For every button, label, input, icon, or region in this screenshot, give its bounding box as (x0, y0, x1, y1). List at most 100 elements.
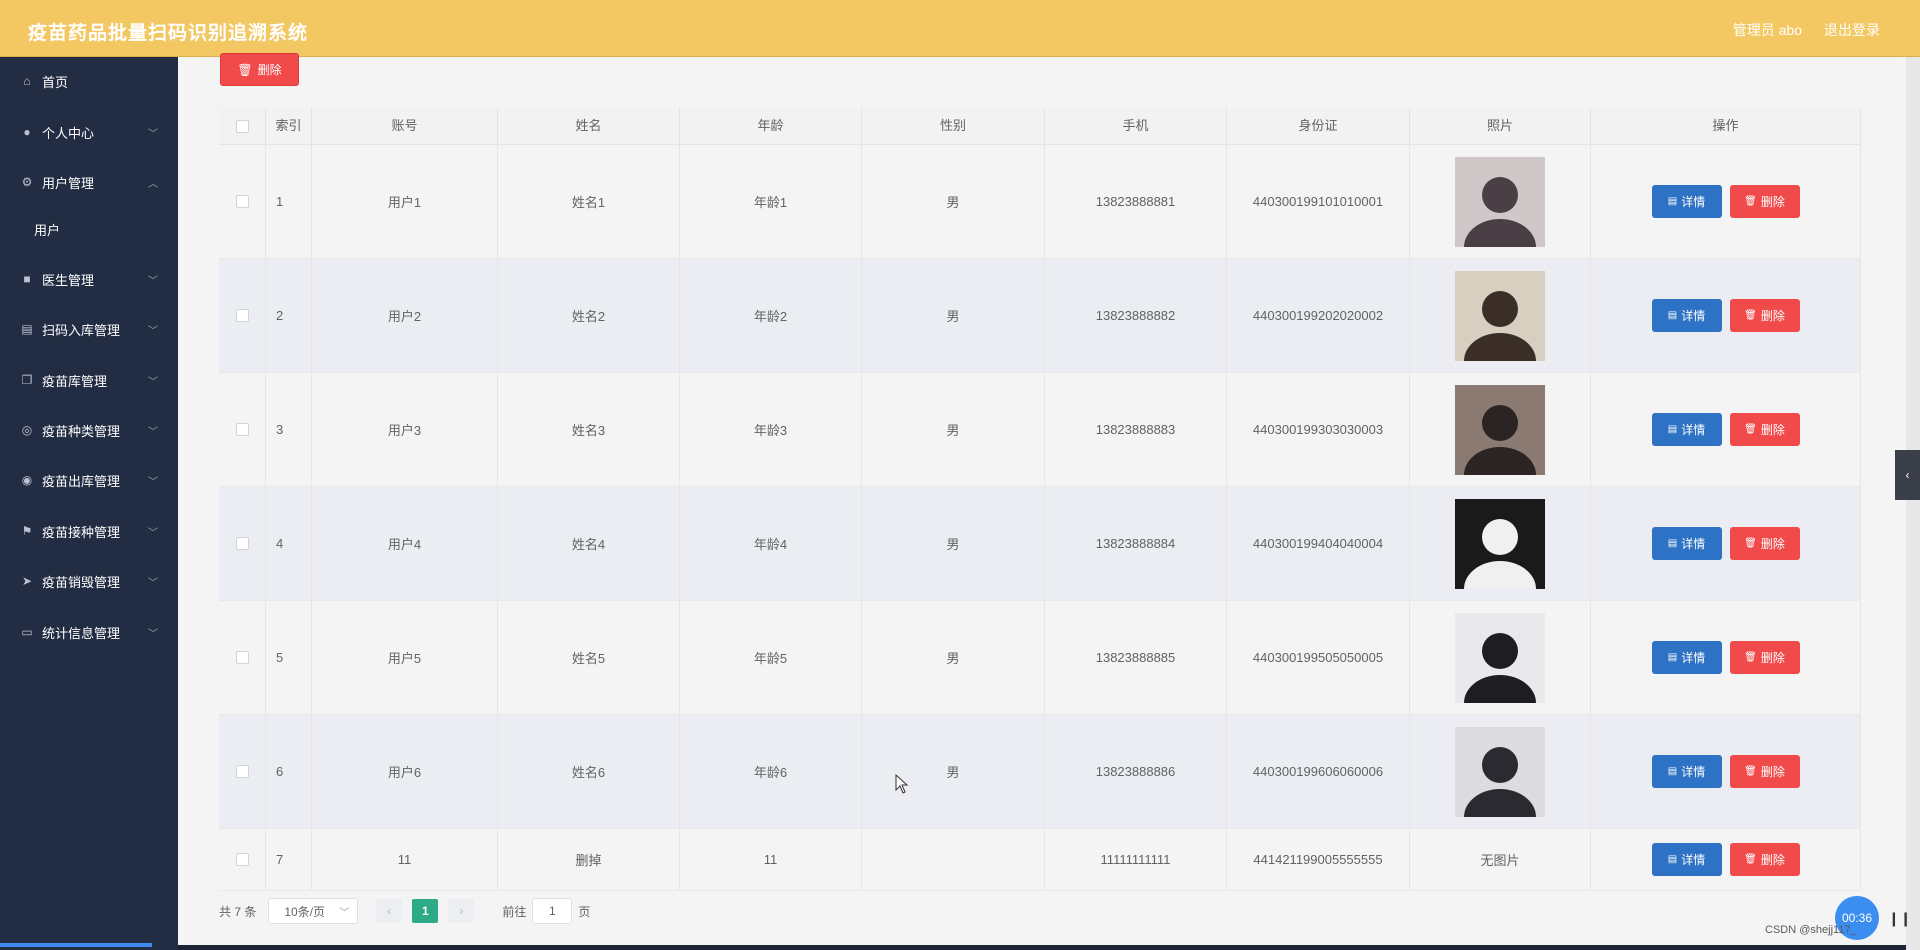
row-checkbox[interactable] (235, 195, 249, 208)
detail-button[interactable]: ▤ 详情 (1651, 527, 1722, 560)
cell-name: 姓名5 (498, 601, 680, 714)
send-icon: ➤ (21, 574, 33, 588)
detail-label: 详情 (1681, 309, 1706, 323)
table-row: 7 11 删掉 11 11111111111 441421199005555555 无图片 ▤… (219, 829, 1861, 891)
delete-label: 删除 (1760, 651, 1785, 665)
cell-index: 4 (266, 487, 312, 600)
cell-photo (1410, 487, 1591, 600)
sidebar-item-label: 疫苗销毁管理 (42, 574, 121, 590)
sidebar-item-label: 用户管理 (42, 175, 95, 191)
delete-label: 删除 (1760, 765, 1785, 779)
delete-button[interactable]: 🗑 删除 (1729, 299, 1800, 332)
delete-label: 删除 (1760, 853, 1785, 867)
detail-button[interactable]: ▤ 详情 (1651, 641, 1722, 674)
cell-name: 姓名6 (498, 715, 680, 828)
chevron-down-icon: ﹀ (148, 477, 158, 488)
sidebar-item-vaccination[interactable]: ⚑ 疫苗接种管理 ﹀ (0, 511, 178, 551)
cell-gender (862, 829, 1045, 890)
logout-link[interactable]: 退出登录 (1824, 20, 1880, 40)
detail-label: 详情 (1681, 853, 1706, 867)
delete-button[interactable]: 🗑 删除 (1729, 185, 1800, 218)
sidebar-item-doctor[interactable]: ■ 医生管理 ﹀ (0, 259, 178, 299)
prev-page-button[interactable]: ‹ (376, 899, 403, 923)
delete-button[interactable]: 🗑 删除 (1729, 755, 1800, 788)
cell-id-card: 440300199505050005 (1227, 601, 1410, 714)
cell-actions: ▤ 详情 🗑 删除 (1591, 715, 1861, 828)
cell-name: 姓名2 (498, 259, 680, 372)
row-checkbox[interactable] (235, 651, 249, 664)
cell-gender: 男 (862, 145, 1045, 258)
briefcase-icon: ■ (23, 272, 31, 286)
sidebar-item-home[interactable]: ⌂ 首页 (0, 61, 178, 101)
chevron-down-icon: ﹀ (148, 427, 158, 438)
detail-button[interactable]: ▤ 详情 (1651, 843, 1722, 876)
row-select-cell (219, 829, 266, 890)
row-checkbox[interactable] (235, 309, 249, 322)
sidebar-subitem-user[interactable]: 用户 (34, 220, 60, 239)
detail-button[interactable]: ▤ 详情 (1651, 413, 1722, 446)
pause-icon[interactable]: ❙❙ (1888, 910, 1911, 927)
row-checkbox[interactable] (235, 537, 249, 550)
detail-label: 详情 (1681, 423, 1706, 437)
cell-age: 年龄1 (680, 145, 862, 258)
app-title: 疫苗药品批量扫码识别追溯系统 (28, 23, 309, 44)
goto-page-input[interactable]: 1 (532, 898, 573, 924)
detail-button[interactable]: ▤ 详情 (1651, 299, 1722, 332)
detail-button[interactable]: ▤ 详情 (1651, 755, 1722, 788)
bulk-delete-button[interactable]: 🗑 删除 (220, 53, 299, 86)
vertical-scrollbar[interactable] (1906, 57, 1920, 950)
chevron-down-icon: ﹀ (148, 528, 158, 539)
row-checkbox[interactable] (235, 765, 249, 778)
sidebar-item-vaccine-stock[interactable]: ❐ 疫苗库管理 ﹀ (0, 360, 178, 400)
cell-id-card: 441421199005555555 (1227, 829, 1410, 890)
delete-button[interactable]: 🗑 删除 (1729, 413, 1800, 446)
progress-bar (0, 943, 152, 947)
sidebar-item-vaccine-out[interactable]: ◉ 疫苗出库管理 ﹀ (0, 460, 178, 500)
next-page-button[interactable]: › (448, 899, 475, 923)
user-photo (1455, 726, 1545, 817)
table-body: 1 用户1 姓名1 年龄1 男 13823888881 440300199101010001… (219, 145, 1861, 891)
sidebar-item-user-management[interactable]: ⚙ 用户管理 ︿ (0, 162, 178, 202)
sidebar-item-profile[interactable]: ● 个人中心 ﹀ (0, 112, 178, 152)
document-icon: ▤ (1667, 424, 1678, 435)
detail-button[interactable]: ▤ 详情 (1651, 185, 1722, 218)
delete-button[interactable]: 🗑 删除 (1729, 843, 1800, 876)
page-size-select[interactable]: 10条/页 ﹀ (268, 898, 359, 924)
cell-account: 用户1 (312, 145, 498, 258)
row-select-cell (219, 715, 266, 828)
top-header: 疫苗药品批量扫码识别追溯系统 管理员 abo 退出登录 (0, 0, 1920, 57)
document-icon: ▤ (1667, 310, 1678, 321)
gear-icon: ⚙ (21, 175, 33, 189)
select-all-checkbox[interactable] (235, 120, 249, 134)
cell-phone: 13823888884 (1045, 487, 1227, 600)
row-checkbox[interactable] (235, 423, 249, 436)
sidebar-item-vaccine-type[interactable]: ◎ 疫苗种类管理 ﹀ (0, 410, 178, 450)
delete-button[interactable]: 🗑 删除 (1729, 641, 1800, 674)
row-select-cell (219, 373, 266, 486)
cell-age: 年龄5 (680, 601, 862, 714)
row-checkbox[interactable] (235, 853, 249, 866)
cell-index: 6 (266, 715, 312, 828)
cell-age: 年龄2 (680, 259, 862, 372)
cell-account: 用户5 (312, 601, 498, 714)
sidebar-item-vaccine-destroy[interactable]: ➤ 疫苗销毁管理 ﹀ (0, 561, 178, 601)
chevron-up-icon: ︿ (148, 179, 158, 190)
cell-index: 5 (266, 601, 312, 714)
chevron-down-icon: ﹀ (148, 377, 158, 388)
sidebar-item-scan-in[interactable]: ▤ 扫码入库管理 ﹀ (0, 309, 178, 349)
cell-id-card: 440300199404040004 (1227, 487, 1410, 600)
collapse-side-tab[interactable]: ‹ (1895, 450, 1920, 500)
cell-actions: ▤ 详情 🗑 删除 (1591, 487, 1861, 600)
page-number-current[interactable]: 1 (412, 899, 439, 923)
sidebar-item-label: 统计信息管理 (42, 625, 121, 641)
delete-label: 删除 (1760, 195, 1785, 209)
delete-label: 删除 (1760, 537, 1785, 551)
delete-button[interactable]: 🗑 删除 (1729, 527, 1800, 560)
trash-icon: 🗑 (1744, 652, 1757, 663)
sidebar-item-statistics[interactable]: ▭ 统计信息管理 ﹀ (0, 612, 178, 652)
header-index: 索引 (266, 107, 312, 145)
detail-label: 详情 (1681, 537, 1706, 551)
header-select-all[interactable] (219, 107, 266, 145)
sidebar-item-label: 疫苗出库管理 (42, 473, 121, 489)
detail-label: 详情 (1681, 195, 1706, 209)
